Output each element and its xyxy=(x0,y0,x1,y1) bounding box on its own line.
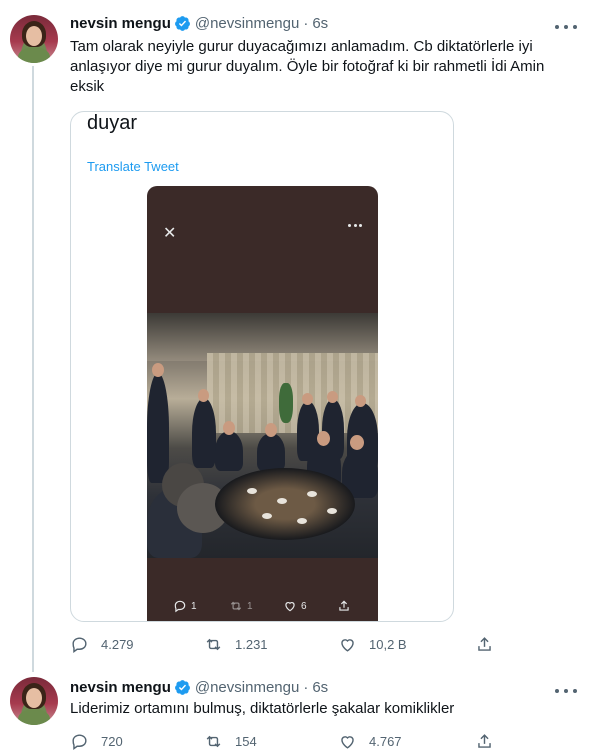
handle[interactable]: @nevsinmengu xyxy=(195,15,299,32)
reply-icon xyxy=(72,636,87,653)
display-name[interactable]: nevsin mengu xyxy=(70,15,171,32)
tweet-text: Tam olarak neyiyle gurur duyacağımızı an… xyxy=(70,38,545,95)
separator-dot: · xyxy=(303,14,309,32)
embedded-reply-count: 1 xyxy=(191,600,197,612)
embedded-like: 6 xyxy=(283,599,307,613)
display-name[interactable]: nevsin mengu xyxy=(70,679,171,696)
heart-icon xyxy=(285,602,295,612)
embedded-share xyxy=(337,599,355,613)
share-button[interactable] xyxy=(475,732,506,750)
retweet-icon xyxy=(206,735,221,747)
verified-badge-icon xyxy=(174,15,190,31)
reply-count: 720 xyxy=(101,733,123,749)
close-icon: ✕ xyxy=(163,225,177,242)
share-button[interactable] xyxy=(475,635,506,654)
like-count: 4.767 xyxy=(369,733,402,749)
share-icon xyxy=(339,600,349,611)
retweet-count: 154 xyxy=(235,733,257,749)
reply-button[interactable]: 720 xyxy=(70,732,123,750)
retweet-count: 1.231 xyxy=(235,636,268,652)
embedded-action-bar: 1 1 6 xyxy=(147,594,378,618)
retweet-icon xyxy=(206,638,221,650)
retweet-button[interactable]: 1.231 xyxy=(204,635,268,654)
quoted-tweet-text: duyar xyxy=(87,112,138,134)
thread-connector-line xyxy=(32,66,34,672)
like-button[interactable]: 4.767 xyxy=(338,732,402,750)
tweet[interactable]: nevsin mengu @nevsinmengu · 6s Liderimiz… xyxy=(0,670,591,750)
reply-icon xyxy=(174,600,186,613)
translate-tweet-link[interactable]: Translate Tweet xyxy=(87,159,179,174)
tweet-action-bar: 720 154 4.767 xyxy=(70,731,500,750)
embedded-reply: 1 xyxy=(173,599,197,613)
tweet-header: nevsin mengu @nevsinmengu · 6s xyxy=(70,13,328,33)
embedded-like-count: 6 xyxy=(301,600,307,612)
avatar[interactable] xyxy=(10,15,58,63)
embedded-photo xyxy=(147,313,378,558)
like-button[interactable]: 10,2 B xyxy=(338,635,407,654)
embedded-retweet-count: 1 xyxy=(247,600,253,612)
avatar[interactable] xyxy=(10,677,58,725)
share-icon xyxy=(478,636,491,651)
retweet-icon xyxy=(230,601,242,611)
tweet-header: nevsin mengu @nevsinmengu · 6s xyxy=(70,677,328,697)
more-options-icon[interactable] xyxy=(555,683,577,699)
verified-badge-icon xyxy=(174,679,190,695)
tweet[interactable]: nevsin mengu @nevsinmengu · 6s Tam olara… xyxy=(0,0,591,672)
more-options-icon[interactable] xyxy=(555,19,577,35)
reply-button[interactable]: 4.279 xyxy=(70,635,134,654)
heart-icon xyxy=(341,735,354,749)
more-options-icon xyxy=(348,224,362,227)
like-count: 10,2 B xyxy=(369,636,407,652)
timestamp[interactable]: 6s xyxy=(312,15,328,32)
tweet-text: Liderimiz ortamını bulmuş, diktatörlerle… xyxy=(70,700,455,717)
timestamp[interactable]: 6s xyxy=(312,679,328,696)
embedded-screenshot: ✕ 1 1 6 xyxy=(147,186,378,621)
retweet-button[interactable]: 154 xyxy=(204,732,257,750)
reply-icon xyxy=(72,733,87,750)
separator-dot: · xyxy=(303,678,309,696)
handle[interactable]: @nevsinmengu xyxy=(195,679,299,696)
tweet-action-bar: 4.279 1.231 10,2 B xyxy=(70,634,500,654)
reply-count: 4.279 xyxy=(101,636,134,652)
embedded-retweet: 1 xyxy=(229,599,253,613)
heart-icon xyxy=(341,638,354,652)
quoted-tweet-card[interactable]: duyar Translate Tweet ✕ 1 1 6 xyxy=(70,111,454,622)
share-icon xyxy=(478,733,491,748)
